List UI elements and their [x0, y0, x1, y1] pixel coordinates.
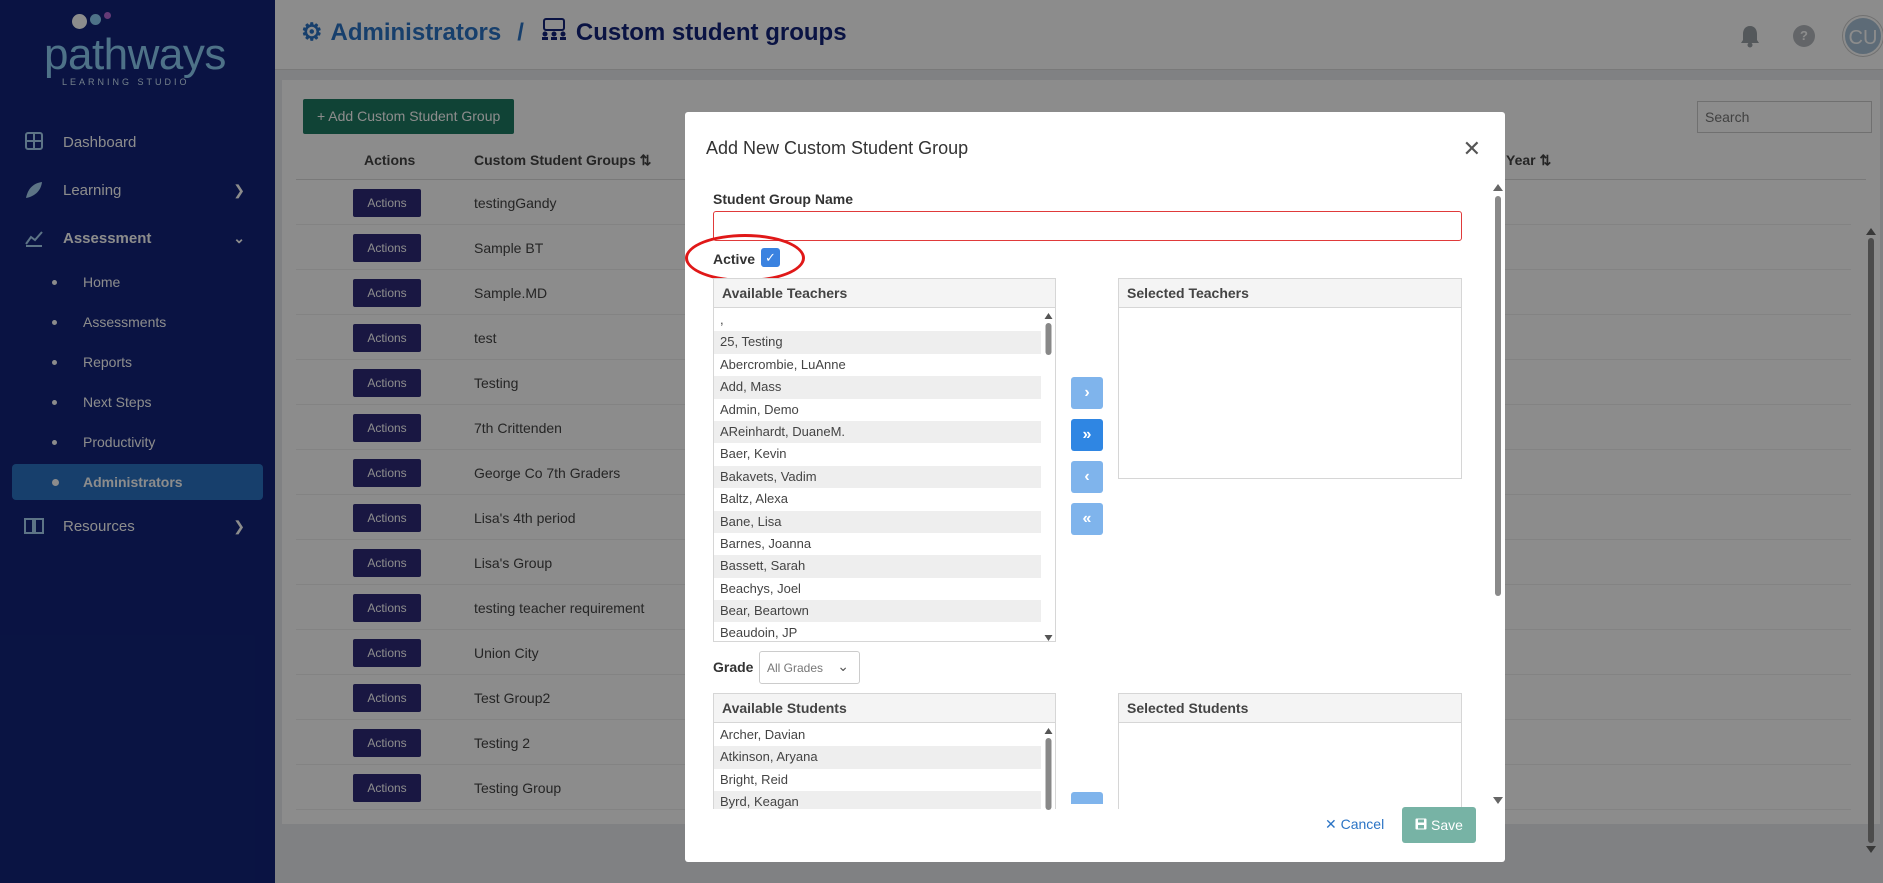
student-list-item[interactable]: Byrd, Keagan: [714, 791, 1041, 809]
add-student-group-dialog: Add New Custom Student Group ✕ Student G…: [685, 112, 1505, 862]
selected-teachers-header: Selected Teachers: [1119, 279, 1461, 308]
cancel-button[interactable]: ✕ Cancel: [1325, 816, 1384, 833]
teacher-list-item[interactable]: Abercrombie, LuAnne: [714, 354, 1041, 376]
move-right-students-button[interactable]: [1071, 792, 1103, 804]
save-button[interactable]: Save: [1402, 807, 1476, 843]
available-teachers-header: Available Teachers: [714, 279, 1055, 308]
group-name-input[interactable]: [713, 211, 1462, 241]
teacher-list-item[interactable]: Baer, Kevin: [714, 443, 1041, 465]
teacher-list-item[interactable]: 25, Testing: [714, 331, 1041, 354]
teacher-list-item[interactable]: Bane, Lisa: [714, 510, 1041, 533]
selected-students-list[interactable]: Selected Students: [1118, 693, 1462, 809]
highlight-circle: [685, 234, 805, 282]
teacher-list-item[interactable]: Beachys, Joel: [714, 578, 1041, 600]
floppy-disk-icon: [1415, 817, 1431, 833]
selected-teachers-list[interactable]: Selected Teachers: [1118, 278, 1462, 479]
student-items: Archer, Davian Atkinson, Aryana Bright, Re…: [714, 724, 1041, 809]
selected-students-header: Selected Students: [1119, 694, 1461, 723]
grade-value: All Grades: [767, 661, 824, 675]
close-icon[interactable]: ✕: [1463, 136, 1481, 162]
group-name-label: Student Group Name: [713, 191, 854, 207]
teacher-list-item[interactable]: Baltz, Alexa: [714, 488, 1041, 510]
dialog-scrollbar[interactable]: [1492, 184, 1504, 804]
save-label: Save: [1430, 817, 1463, 833]
close-icon: ✕: [1325, 816, 1337, 832]
teacher-items: , 25, Testing Abercrombie, LuAnne Add, Mass…: [714, 309, 1041, 641]
teacher-list-item[interactable]: Add, Mass: [714, 376, 1041, 399]
teacher-list-item[interactable]: Beaudoin, JP: [714, 622, 1041, 641]
teacher-list-item[interactable]: ,: [714, 309, 1041, 331]
scrollbar[interactable]: [1044, 311, 1053, 641]
cancel-label: Cancel: [1340, 816, 1385, 832]
student-list-item[interactable]: Atkinson, Aryana: [714, 746, 1041, 769]
teacher-list-item[interactable]: Bakavets, Vadim: [714, 465, 1041, 489]
student-list-item[interactable]: Archer, Davian: [714, 724, 1041, 746]
teacher-list-item[interactable]: Bear, Beartown: [714, 600, 1041, 623]
available-students-header: Available Students: [714, 694, 1055, 723]
chevron-down-icon: ⌄: [837, 658, 849, 674]
teacher-list-item[interactable]: AReinhardt, DuaneM.: [714, 420, 1041, 444]
move-right-button[interactable]: ›: [1071, 377, 1103, 409]
grade-select[interactable]: All Grades ⌄: [759, 651, 860, 684]
move-all-left-button[interactable]: «: [1071, 503, 1103, 535]
available-teachers-list[interactable]: Available Teachers , 25, Testing Abercromb…: [713, 278, 1056, 642]
scrollbar[interactable]: [1044, 726, 1053, 810]
teacher-list-item[interactable]: Bassett, Sarah: [714, 555, 1041, 578]
dialog-title: Add New Custom Student Group: [706, 138, 969, 158]
student-list-item[interactable]: Bright, Reid: [714, 769, 1041, 791]
teacher-list-item[interactable]: Admin, Demo: [714, 399, 1041, 421]
available-students-list[interactable]: Available Students Archer, Davian Atkinso…: [713, 693, 1056, 810]
move-all-right-button[interactable]: »: [1071, 419, 1103, 451]
grade-label: Grade: [713, 659, 754, 675]
move-left-button[interactable]: ‹: [1071, 461, 1103, 493]
teacher-list-item[interactable]: Barnes, Joanna: [714, 533, 1041, 555]
